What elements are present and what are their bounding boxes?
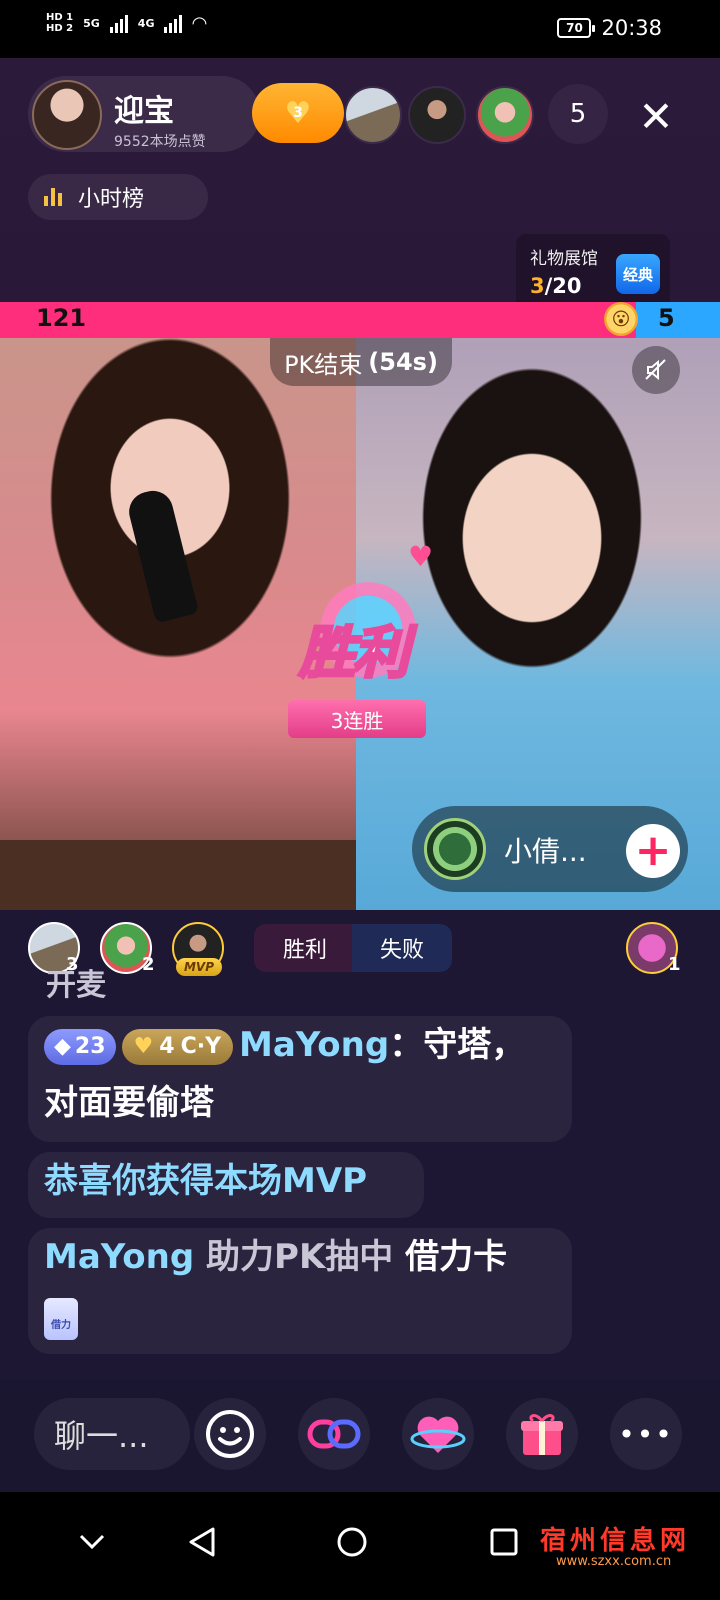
rank-bars-icon [44,188,62,206]
hour-rank-button[interactable]: 小时榜 [28,174,208,220]
sim-2-label: HD 2 [46,23,74,34]
watermark-title: 宿州信息网 [540,1526,691,1556]
heart-planet-icon[interactable] [402,1398,474,1470]
watermark-url: www.szxx.com.cn [556,1554,672,1569]
wifi-icon: ◠ [192,12,207,34]
gift-hall-title: 礼物展馆 [530,249,598,269]
battery-icon: 70 [557,18,596,38]
gift-hall-total: /20 [544,274,582,298]
link-mic-icon[interactable] [298,1398,370,1470]
pk-status-timer: (54s) [368,348,438,376]
chat-system-message: 恭喜你获得本场MVP [28,1152,424,1218]
surprised-face-icon: 😮 [604,302,638,336]
mute-icon[interactable] [632,346,680,394]
host-name: 迎宝 [114,94,174,129]
clock: 20:38 [601,16,662,40]
viewer-avatar[interactable] [344,86,402,144]
win-badge-text: 胜利 [298,620,411,688]
classic-badge: 经典 [616,254,660,294]
viewer-avatar[interactable] [476,86,534,144]
gift-hall-current: 3 [530,274,545,298]
chat-message-partial: 开麦 [46,968,106,1003]
chat-item-name: 借力卡 [405,1237,508,1277]
opponent-avatar[interactable] [424,818,486,880]
fan-club-level: 3 [293,105,303,121]
network-4g-label: 4G [137,16,155,30]
emoji-icon[interactable] [194,1398,266,1470]
viewer-count-button[interactable]: 5 [548,84,608,144]
chat-input[interactable]: 聊一... [34,1398,190,1470]
fan-badge: ♥ 4 C·Y [121,1028,234,1065]
chat-text: 助力PK抽中 [194,1237,406,1277]
pk-left-fill [0,302,636,338]
recent-apps-icon[interactable] [474,1512,534,1572]
chevron-down-icon[interactable] [62,1512,122,1572]
host-likes: 9552本场点赞 [114,134,206,150]
fan-tag: C·Y [180,1033,222,1059]
fan-heart-icon: ♥ 3 [284,95,312,131]
hour-rank-label: 小时榜 [78,187,145,212]
gift-icon[interactable] [506,1398,578,1470]
pk-right-fill [636,302,720,338]
chat-message: MaYong 助力PK抽中 借力卡 借力 [28,1228,572,1354]
fan-level: 4 [159,1033,175,1059]
fan-badge-heart-icon: ♥ [133,1033,154,1059]
win-streak-label: 3连胜 [288,700,426,738]
borrow-card-icon: 借力 [44,1297,78,1340]
back-icon[interactable] [172,1512,232,1572]
chat-message: ◆ 23 ♥ 4 C·Y MaYong：守塔，对面要偷塔 [28,1016,572,1142]
follow-plus-icon[interactable]: + [626,824,680,878]
heart-sticker-icon: ♥ [408,540,434,573]
opponent-name: 小倩... [504,835,587,868]
pk-right-score: 5 [658,304,675,332]
chat-username[interactable]: MaYong [239,1025,389,1065]
gift-hall-progress: 3/20 [530,274,582,298]
sim-labels: HD 1 HD 2 [46,12,73,34]
pk-status: PK结束 (54s) [270,338,452,386]
pk-left-score: 121 [36,304,87,332]
desk-image [0,840,356,910]
battery-level: 70 [566,21,583,35]
user-level-badge: ◆ 23 [44,1028,116,1065]
sim-1-label: HD 1 [46,12,74,23]
fan-club-button[interactable]: ♥ 3 [252,83,344,143]
home-icon[interactable] [322,1512,382,1572]
signal-1-icon [109,13,128,33]
contributor-rank: 1 [668,954,681,975]
more-icon[interactable]: ••• [610,1398,682,1470]
status-left: HD 1 HD 2 5G 4G ◠ [46,12,206,34]
diamond-icon: ◆ [54,1033,71,1059]
viewer-avatar[interactable] [408,86,466,144]
chat-username[interactable]: MaYong [44,1237,194,1277]
signal-2-icon [164,13,183,33]
user-level: 23 [74,1033,106,1059]
host-avatar[interactable] [32,80,102,150]
network-5g-label: 5G [83,16,100,30]
close-icon[interactable]: ✕ [628,88,684,144]
status-right: 70 20:38 [557,16,662,40]
chat-separator: ： [389,1025,424,1065]
pk-status-label: PK结束 [284,350,363,379]
